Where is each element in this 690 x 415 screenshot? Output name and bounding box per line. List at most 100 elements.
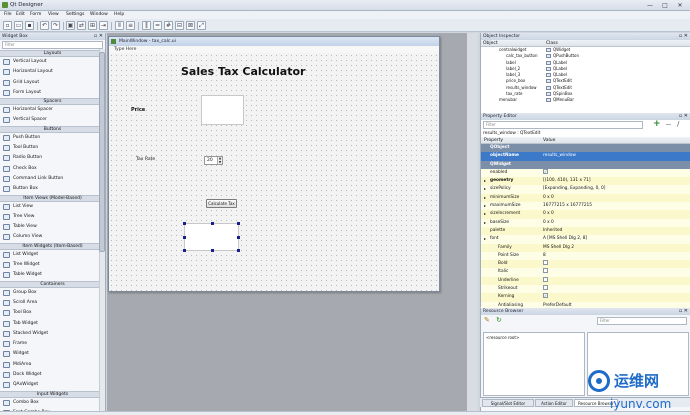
save-icon[interactable]: ▪ — [25, 21, 34, 30]
widget-item[interactable]: Dock Widget — [0, 370, 105, 380]
spin-arrows-icon[interactable]: ▲ ▼ — [217, 156, 222, 164]
edit-signals-icon[interactable]: ⇄ — [77, 21, 86, 30]
form-canvas[interactable]: Sales Tax Calculator Price Tax Rate 20 ▲ ▼… — [109, 53, 439, 291]
property-value[interactable]: Inherited — [543, 227, 562, 235]
open-file-icon[interactable]: ▭ — [14, 21, 23, 30]
property-row[interactable]: QWidget — [481, 160, 690, 169]
edit-tab-order-icon[interactable]: ⇥ — [99, 21, 108, 30]
resize-handle[interactable] — [237, 222, 240, 225]
col-property[interactable]: Property — [484, 137, 503, 144]
resize-handle[interactable] — [237, 249, 240, 252]
property-row[interactable]: ▸ minimumSize 0 x 0 — [481, 193, 690, 203]
property-row[interactable]: ▸ font A [MS Shell Dlg 2, 8] — [481, 235, 690, 244]
property-row[interactable]: Family MS Shell Dlg 2 — [481, 243, 690, 252]
widget-item[interactable]: Command Link Button — [0, 174, 105, 184]
property-row[interactable]: ▸ sizePolicy [Expanding, Expanding, 0, 0] — [481, 185, 690, 194]
property-row[interactable]: objectName results_window — [481, 152, 690, 161]
property-value[interactable] — [543, 268, 548, 276]
checkbox[interactable] — [543, 268, 548, 274]
resource-tree[interactable]: <resource root> — [483, 332, 585, 396]
add-property-icon[interactable]: + — [653, 120, 661, 129]
tab-action-editor[interactable]: Action Editor — [535, 399, 573, 407]
property-value[interactable]: 0 x 0 — [543, 219, 554, 227]
tax-rate-spinbox[interactable]: 20 ▲ ▼ — [204, 156, 223, 165]
property-value[interactable]: 0 x 0 — [543, 210, 554, 218]
col-value[interactable]: Value — [543, 137, 555, 144]
property-row[interactable]: QObject — [481, 144, 690, 153]
adjust-size-icon[interactable]: ⤢ — [197, 21, 206, 30]
resource-filter-input[interactable]: Filter — [597, 317, 687, 325]
calculate-tax-button[interactable]: Calculate Tax — [206, 199, 237, 208]
resize-handle[interactable] — [183, 249, 186, 252]
layout-horizontal-icon[interactable]: ⦀ — [115, 21, 124, 30]
property-value[interactable]: ✓ — [543, 293, 548, 301]
widget-category[interactable]: Input Widgets — [0, 390, 105, 398]
type-here-menu[interactable]: Type Here — [114, 47, 136, 52]
form-window[interactable]: MainWindow - tax_calc.ui Type Here Sales… — [108, 36, 440, 292]
panel-close-icon[interactable]: ▫ ✕ — [679, 308, 688, 315]
redo-icon[interactable]: ↷ — [51, 21, 60, 30]
close-button[interactable]: ✕ — [673, 1, 687, 10]
widget-category[interactable]: Containers — [0, 280, 105, 288]
property-row[interactable]: ▸ sizeIncrement 0 x 0 — [481, 210, 690, 219]
form-menubar[interactable]: Type Here — [109, 46, 439, 53]
minimize-button[interactable]: — — [643, 1, 657, 10]
undo-icon[interactable]: ↶ — [40, 21, 49, 30]
expand-arrow-icon[interactable]: ▸ — [484, 235, 486, 243]
checkbox[interactable]: ✓ — [543, 168, 548, 174]
tab-signal-slot-editor[interactable]: Signal/Slot Editor — [482, 399, 534, 407]
property-row[interactable]: ▸ baseSize 0 x 0 — [481, 218, 690, 227]
widget-item[interactable]: Combo Box — [0, 398, 105, 408]
property-row[interactable]: Italic — [481, 268, 690, 277]
widget-item[interactable]: Column View — [0, 232, 105, 242]
widget-item[interactable]: Scroll Area — [0, 298, 105, 308]
break-layout-icon[interactable]: ⊠ — [186, 21, 195, 30]
property-value[interactable]: [(100, 410), 131 x 71] — [543, 177, 591, 185]
results-window[interactable] — [183, 222, 240, 252]
price-box[interactable] — [201, 95, 244, 125]
widget-item[interactable]: Tree View — [0, 212, 105, 222]
resize-handle[interactable] — [237, 236, 240, 239]
widget-item[interactable]: Table Widget — [0, 270, 105, 280]
property-row[interactable]: Point Size 8 — [481, 251, 690, 261]
widget-category[interactable]: Buttons — [0, 125, 105, 133]
resource-root-item[interactable]: <resource root> — [486, 335, 519, 340]
widget-item[interactable]: Button Box — [0, 184, 105, 194]
layout-grid-icon[interactable]: # — [164, 21, 173, 30]
panel-close-icon[interactable]: ▫ ✕ — [679, 33, 688, 40]
widget-category[interactable]: Spacers — [0, 98, 105, 106]
tax-rate-label[interactable]: Tax Rate — [136, 157, 155, 162]
expand-arrow-icon[interactable]: ▸ — [484, 210, 486, 218]
widget-item[interactable]: Tree Widget — [0, 260, 105, 270]
expand-arrow-icon[interactable]: ▸ — [484, 185, 486, 193]
col-object[interactable]: Object — [483, 40, 498, 47]
widget-category[interactable]: Item Views (Model-Based) — [0, 194, 105, 202]
resize-handle[interactable] — [183, 222, 186, 225]
property-value[interactable]: results_window — [543, 152, 576, 160]
property-value[interactable]: 8 — [543, 252, 546, 260]
property-row[interactable]: ▸ geometry [(100, 410), 131 x 71] — [481, 177, 690, 186]
widget-category[interactable]: Item Widgets (Item-Based) — [0, 242, 105, 250]
maximize-button[interactable]: □ — [658, 1, 672, 10]
expand-arrow-icon[interactable]: ▸ — [484, 177, 486, 185]
menu-view[interactable]: View — [48, 12, 59, 17]
mdi-scrollbar[interactable] — [467, 33, 478, 411]
property-row[interactable]: Strikeout — [481, 285, 690, 294]
widget-item[interactable]: Horizontal Spacer — [0, 105, 105, 115]
widget-item[interactable]: Tool Box — [0, 308, 105, 318]
widget-item[interactable]: List View — [0, 202, 105, 212]
new-file-icon[interactable]: ▫ — [3, 21, 12, 30]
edit-resources-icon[interactable]: ✎ — [484, 316, 490, 324]
expand-arrow-icon[interactable]: ▸ — [484, 219, 486, 227]
property-row[interactable]: Bold — [481, 260, 690, 269]
checkbox[interactable]: ✓ — [543, 293, 548, 299]
menu-settings[interactable]: Settings — [66, 12, 84, 17]
widget-item[interactable]: Widget — [0, 349, 105, 359]
widget-category[interactable]: Layouts — [0, 50, 105, 57]
widget-item[interactable]: List Widget — [0, 250, 105, 260]
property-value[interactable]: 16777215 x 16777215 — [543, 202, 592, 210]
property-value[interactable] — [543, 276, 548, 285]
menu-form[interactable]: Form — [30, 12, 41, 17]
menu-edit[interactable]: Edit — [16, 12, 25, 17]
menu-window[interactable]: Window — [90, 12, 108, 17]
